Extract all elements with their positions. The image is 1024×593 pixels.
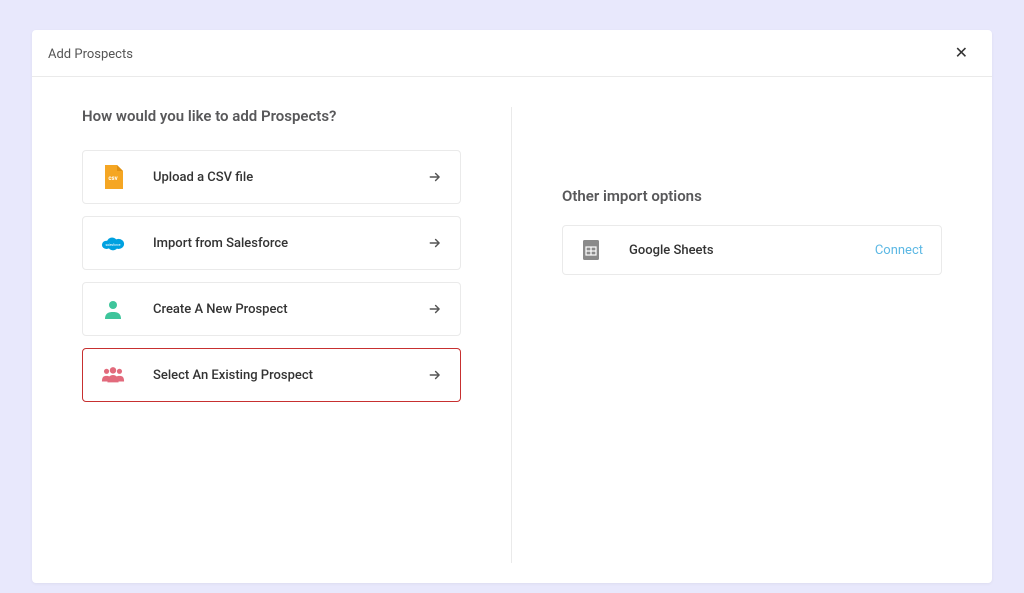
arrow-right-icon — [428, 302, 442, 316]
csv-file-icon: csv — [101, 165, 125, 189]
option-label: Select An Existing Prospect — [153, 368, 428, 383]
option-select-existing-prospect[interactable]: Select An Existing Prospect — [82, 348, 461, 402]
arrow-right-icon — [428, 236, 442, 250]
person-icon — [101, 297, 125, 321]
modal-body: How would you like to add Prospects? csv… — [32, 77, 992, 583]
other-import-heading: Other import options — [562, 187, 942, 205]
google-sheets-icon — [581, 240, 601, 260]
people-group-icon — [101, 363, 125, 387]
option-create-new-prospect[interactable]: Create A New Prospect — [82, 282, 461, 336]
section-heading: How would you like to add Prospects? — [82, 107, 461, 125]
arrow-right-icon — [428, 368, 442, 382]
option-label: Upload a CSV file — [153, 170, 428, 185]
import-label: Google Sheets — [629, 243, 875, 258]
modal-header: Add Prospects ✕ — [32, 30, 992, 77]
right-panel: Other import options Google Sheets Conne… — [512, 107, 942, 563]
option-label: Import from Salesforce — [153, 236, 428, 251]
option-label: Create A New Prospect — [153, 302, 428, 317]
connect-link[interactable]: Connect — [875, 243, 923, 258]
add-prospects-modal: Add Prospects ✕ How would you like to ad… — [32, 30, 992, 583]
option-upload-csv[interactable]: csv Upload a CSV file — [82, 150, 461, 204]
option-import-salesforce[interactable]: salesforce Import from Salesforce — [82, 216, 461, 270]
modal-title: Add Prospects — [48, 47, 133, 62]
salesforce-icon: salesforce — [101, 231, 125, 255]
arrow-right-icon — [428, 170, 442, 184]
svg-text:salesforce: salesforce — [106, 243, 121, 247]
left-panel: How would you like to add Prospects? csv… — [82, 107, 512, 563]
import-google-sheets: Google Sheets Connect — [562, 225, 942, 275]
svg-text:csv: csv — [108, 175, 117, 182]
close-icon: ✕ — [955, 45, 968, 62]
close-button[interactable]: ✕ — [955, 46, 968, 62]
